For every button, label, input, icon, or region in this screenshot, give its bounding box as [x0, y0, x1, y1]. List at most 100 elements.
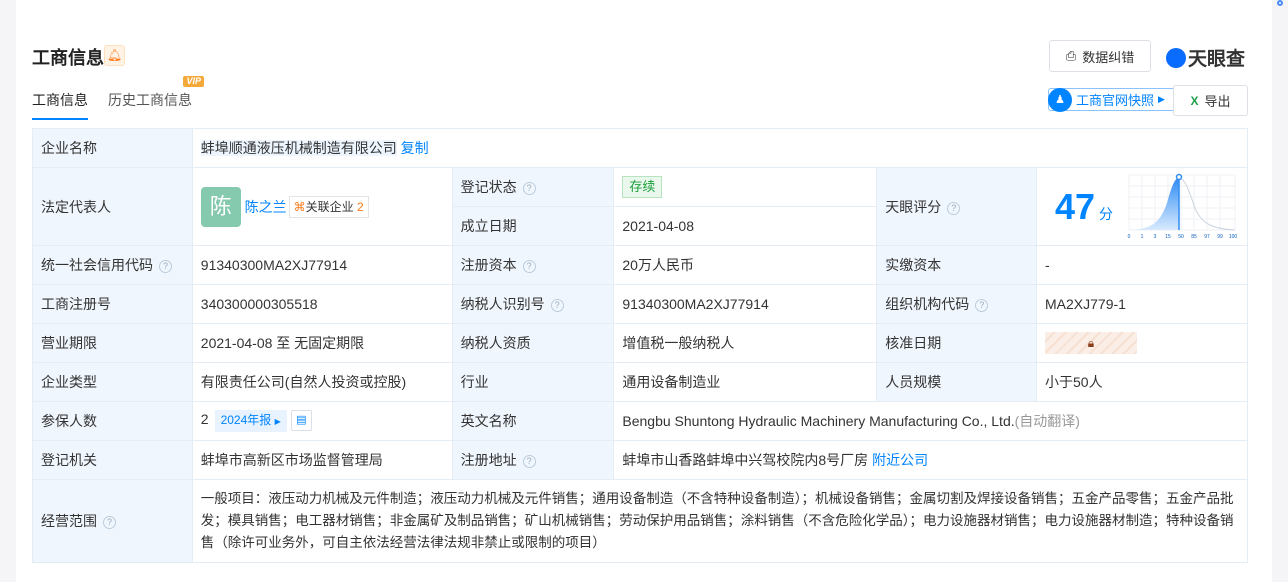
value: 91340300MA2XJ77914	[613, 284, 878, 324]
annual-report-button[interactable]: 2024年报 ▶	[214, 410, 287, 433]
insured-count: 2	[200, 411, 209, 428]
value-cell: 🔒︎	[1036, 323, 1248, 363]
caret-right-icon: ▶	[274, 417, 281, 427]
tick-label: 15	[1165, 234, 1171, 240]
value: 2021-04-08	[613, 206, 878, 246]
tick-label: 50	[1178, 234, 1184, 240]
brand-text: 天眼查	[1188, 49, 1246, 70]
label: 企业类型	[32, 362, 193, 402]
business-scope: 一般项目：液压动力机械及元件制造；液压动力机械及元件销售；通用设备制造（不含特种…	[191, 479, 1249, 563]
snapshot-button[interactable]: ♟ 工商官网快照 ▶	[1048, 87, 1177, 112]
vip-badge: VIP	[183, 76, 204, 87]
help-icon[interactable]: ?	[522, 182, 536, 195]
table-row: 登记机关 蚌埠市高新区市场监督管理局 注册地址? 蚌埠市山香路蚌埠中兴驾校院内8…	[32, 440, 1248, 480]
label: 注册地址?	[451, 440, 615, 480]
table-row: 企业名称 蚌埠顺通液压机械制造有限公司 复制	[32, 128, 1249, 168]
tab-history[interactable]: 历史工商信息 VIP	[108, 76, 204, 120]
value: 蚌埠市高新区市场监督管理局	[191, 440, 453, 480]
help-icon[interactable]: ?	[103, 516, 116, 529]
nearby-companies-link[interactable]: 附近公司	[872, 452, 928, 468]
help-icon[interactable]: ?	[550, 299, 564, 312]
avatar[interactable]: 陈	[200, 186, 241, 227]
value-cell: 陈 陈之兰 ⌘关联企业 2	[191, 167, 453, 246]
tick-label: 97	[1204, 234, 1210, 240]
value-cell: Bengbu Shuntong Hydraulic Machinery Manu…	[613, 401, 1248, 441]
value-cell: 2 2024年报 ▶ ▤	[191, 401, 453, 441]
label: 统一社会信用代码?	[32, 245, 193, 285]
address: 蚌埠市山香路蚌埠中兴驾校院内8号厂房	[622, 452, 869, 468]
label: 行业	[451, 362, 615, 402]
company-name[interactable]: 蚌埠顺通液压机械制造有限公司	[200, 140, 397, 156]
document-icon: ⎙	[1065, 48, 1077, 63]
scroll-indicator-icon	[1277, 0, 1283, 6]
scrollbar[interactable]	[1274, 0, 1288, 582]
value: 增值税一般纳税人	[613, 323, 878, 363]
trend-chart-icon[interactable]: ▤	[290, 409, 312, 431]
label: 纳税人资质	[451, 323, 615, 363]
table-row: 工商注册号 340300000305518 纳税人识别号? 91340300MA…	[32, 284, 1248, 324]
label-text: 统一社会信用代码	[41, 257, 153, 273]
value: 20万人民币	[613, 245, 878, 285]
label: 法定代表人	[32, 167, 193, 246]
tabs: 工商信息 历史工商信息 VIP	[32, 76, 204, 120]
bell-icon[interactable]: 🔔︎	[104, 45, 125, 66]
tick-label: 1	[1141, 234, 1144, 240]
help-icon[interactable]: ?	[947, 201, 961, 215]
brand-logo: 天眼查	[1166, 44, 1245, 71]
lock-icon[interactable]: 🔒︎	[1045, 332, 1137, 354]
excel-icon: X	[1190, 93, 1199, 108]
tick-label: 100	[1229, 234, 1237, 240]
value: 小于50人	[1036, 362, 1248, 402]
value-cell: 存续	[613, 167, 878, 207]
report-label: 2024年报	[220, 413, 272, 428]
related-count: 2	[357, 199, 364, 214]
value: 通用设备制造业	[613, 362, 878, 402]
label: 核准日期	[876, 323, 1037, 363]
table-row: 法定代表人 陈 陈之兰⌘关联企业 2 登记状态? 存续 天眼评分? 47分	[32, 167, 1248, 246]
section-title: 工商信息	[32, 48, 104, 68]
related-label: 关联企业	[305, 199, 354, 214]
score-number: 47	[1055, 185, 1096, 227]
value-cell: 蚌埠顺通液压机械制造有限公司 复制	[191, 128, 1249, 168]
auto-translate-note: (自动翻译)	[1014, 413, 1080, 429]
table-row: 参保人数 2 2024年报 ▶ ▤ 英文名称 Bengbu Shuntong Hyd…	[32, 401, 1248, 441]
label-text: 经营范围	[41, 513, 97, 529]
help-icon[interactable]: ?	[522, 260, 536, 273]
label-text: 注册地址	[460, 452, 517, 468]
help-icon[interactable]: ?	[159, 260, 172, 273]
table-row: 营业期限 2021-04-08 至 无固定期限 纳税人资质 增值税一般纳税人 核…	[32, 323, 1248, 363]
table-row: 企业类型 有限责任公司(自然人投资或控股) 行业 通用设备制造业 人员规模 小于…	[32, 362, 1248, 402]
label: 成立日期	[451, 206, 615, 246]
tab-business-info[interactable]: 工商信息	[32, 90, 88, 120]
legal-rep-link[interactable]: 陈之兰	[245, 199, 287, 215]
label: 经营范围?	[32, 479, 193, 563]
english-name: Bengbu Shuntong Hydraulic Machinery Manu…	[622, 413, 1015, 429]
value: -	[1036, 245, 1248, 285]
score-cell: 47 分 0 1 3 15 50 85 97 99 100	[1036, 167, 1248, 246]
export-button[interactable]: X 导出	[1173, 85, 1248, 116]
copy-link[interactable]: 复制	[401, 140, 429, 156]
stamp-icon: ♟	[1048, 87, 1072, 112]
score-value: 47 分	[1055, 186, 1113, 228]
label-text: 登记状态	[460, 179, 517, 195]
status-badge: 存续	[622, 176, 663, 198]
value: 2021-04-08 至 无固定期限	[191, 323, 453, 363]
help-icon[interactable]: ?	[522, 455, 536, 468]
tick-label: 3	[1154, 234, 1157, 240]
network-icon: ⌘	[293, 199, 306, 214]
related-companies-button[interactable]: ⌘关联企业 2	[288, 195, 369, 218]
label-text: 注册资本	[460, 257, 517, 273]
label-text: 组织机构代码	[885, 296, 970, 312]
tick-label: 0	[1128, 234, 1131, 240]
score-distribution-chart: 0 1 3 15 50 85 97 99 100	[1128, 173, 1237, 240]
tick-label: 99	[1217, 234, 1223, 240]
business-info-card: 工商信息 🔔︎ 工商信息 历史工商信息 VIP ⎙ 数据纠错 天眼查 ♟ 工商官网快照…	[16, 0, 1272, 582]
label: 纳税人识别号?	[451, 284, 615, 324]
data-correction-button[interactable]: ⎙ 数据纠错	[1049, 40, 1151, 72]
help-icon[interactable]: ?	[975, 299, 989, 312]
tab-label: 工商信息	[32, 92, 88, 108]
label-text: 天眼评分	[885, 198, 942, 215]
button-label: 数据纠错	[1082, 49, 1135, 65]
score-unit: 分	[1099, 205, 1114, 222]
label: 登记状态?	[451, 167, 615, 207]
